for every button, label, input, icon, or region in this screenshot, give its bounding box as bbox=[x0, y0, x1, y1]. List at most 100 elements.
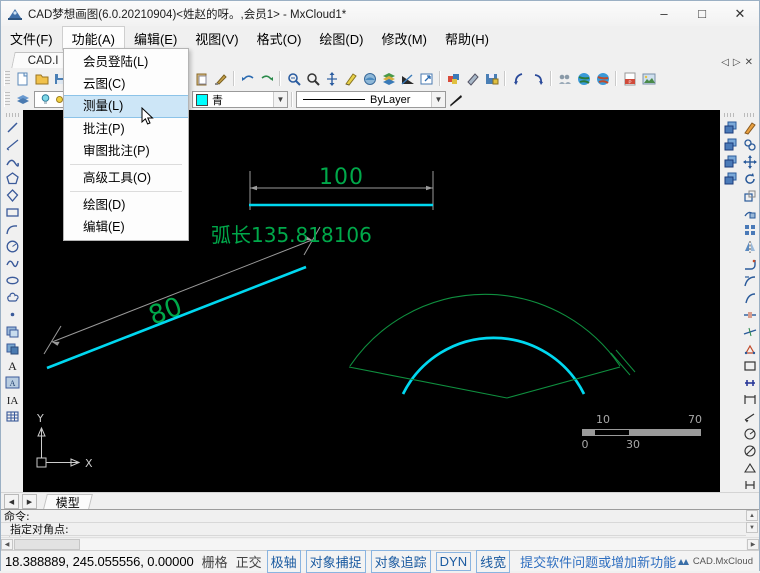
redo-arrow-icon[interactable] bbox=[257, 69, 276, 88]
rectangle-tool-icon[interactable] bbox=[741, 357, 759, 374]
join-icon[interactable] bbox=[741, 323, 759, 340]
ellipse-icon[interactable] bbox=[3, 272, 21, 289]
toolbar-grip[interactable] bbox=[724, 113, 736, 117]
move-icon[interactable] bbox=[741, 153, 759, 170]
zoom-extents-icon[interactable] bbox=[322, 69, 341, 88]
text-icon[interactable]: A bbox=[3, 357, 21, 374]
break-icon[interactable] bbox=[741, 306, 759, 323]
toolbar-grip[interactable] bbox=[4, 71, 10, 86]
status-toggle-ortho[interactable]: 正交 bbox=[236, 552, 262, 571]
minimize-button[interactable]: – bbox=[645, 1, 683, 26]
erase-pencil-icon[interactable] bbox=[741, 119, 759, 136]
feedback-link[interactable]: 提交软件问题或增加新功能 bbox=[520, 552, 676, 571]
fillet-icon[interactable] bbox=[741, 255, 759, 272]
save-block-icon[interactable] bbox=[482, 69, 501, 88]
menu-help[interactable]: 帮助(H) bbox=[436, 26, 498, 51]
angular-dimension-icon[interactable] bbox=[741, 459, 759, 476]
toolbar-grip[interactable] bbox=[5, 113, 19, 117]
status-toggle-osnap[interactable]: 对象捕捉 bbox=[305, 549, 366, 573]
mirror-icon[interactable] bbox=[741, 238, 759, 255]
explode-icon[interactable] bbox=[741, 340, 759, 357]
coordinate-readout[interactable]: 18.388889, 245.055556, 0.00000 bbox=[5, 554, 194, 569]
chevron-down-icon[interactable]: ▼ bbox=[431, 92, 445, 107]
linear-dimension-icon[interactable] bbox=[741, 391, 759, 408]
status-toggle-grid[interactable]: 栅格 bbox=[202, 552, 228, 571]
tab-prev-icon[interactable]: ◁ bbox=[721, 57, 729, 68]
maximize-button[interactable]: □ bbox=[683, 1, 721, 26]
diameter-dimension-icon[interactable] bbox=[741, 442, 759, 459]
menu-format[interactable]: 格式(O) bbox=[248, 26, 311, 51]
layout-next-button[interactable]: ▶ bbox=[22, 494, 37, 509]
scroll-right-icon[interactable]: ▶ bbox=[747, 538, 759, 550]
scroll-left-icon[interactable]: ◀ bbox=[1, 538, 13, 550]
angle-measure-icon[interactable] bbox=[398, 69, 417, 88]
table-icon[interactable] bbox=[3, 408, 21, 425]
point-icon[interactable] bbox=[3, 306, 21, 323]
arc-icon[interactable] bbox=[3, 221, 21, 238]
arc-left-icon[interactable] bbox=[509, 69, 528, 88]
menu-item-edit[interactable]: 编辑(E) bbox=[64, 216, 188, 238]
table-text-icon[interactable]: IA bbox=[3, 391, 21, 408]
lineweight-icon[interactable] bbox=[446, 90, 465, 109]
construction-line-icon[interactable] bbox=[3, 136, 21, 153]
polyline-icon[interactable] bbox=[3, 153, 21, 170]
layers-stack-icon[interactable] bbox=[379, 69, 398, 88]
gradient-icon[interactable] bbox=[3, 340, 21, 357]
revision-cloud-icon[interactable] bbox=[3, 289, 21, 306]
menu-item-review-annotate[interactable]: 审图批注(P) bbox=[64, 140, 188, 162]
scale-icon[interactable] bbox=[741, 187, 759, 204]
scroll-track[interactable] bbox=[14, 538, 746, 550]
group-icon[interactable] bbox=[555, 69, 574, 88]
new-file-icon[interactable] bbox=[13, 69, 32, 88]
extend-icon[interactable] bbox=[741, 289, 759, 306]
toolbar-grip[interactable] bbox=[4, 92, 10, 107]
menu-item-cloud-drawing[interactable]: 云图(C) bbox=[64, 73, 188, 95]
menu-item-member-login[interactable]: 会员登陆(L) bbox=[64, 51, 188, 73]
menu-item-measure[interactable]: 测量(L) bbox=[64, 95, 188, 118]
paste-icon[interactable] bbox=[192, 69, 211, 88]
tab-close-icon[interactable]: ✕ bbox=[745, 57, 753, 68]
radius-dimension-icon[interactable] bbox=[741, 425, 759, 442]
menu-item-draw[interactable]: 绘图(D) bbox=[64, 194, 188, 216]
menu-file[interactable]: 文件(F) bbox=[1, 26, 62, 51]
command-horizontal-scrollbar[interactable]: ◀ ▶ bbox=[1, 537, 759, 550]
linetype-combo[interactable]: ByLayer ▼ bbox=[296, 91, 446, 108]
trim-icon[interactable] bbox=[741, 272, 759, 289]
arc-right-icon[interactable] bbox=[528, 69, 547, 88]
layout-tab-model[interactable]: 模型 bbox=[43, 494, 93, 510]
offset-icon[interactable] bbox=[721, 136, 739, 153]
layers-icon[interactable] bbox=[13, 90, 32, 109]
pan-icon[interactable] bbox=[284, 69, 303, 88]
chevron-down-icon[interactable]: ▼ bbox=[273, 92, 287, 107]
command-scrollbar[interactable]: ▲ ▼ bbox=[746, 510, 759, 536]
open-file-icon[interactable] bbox=[32, 69, 51, 88]
layout-prev-button[interactable]: ◀ bbox=[4, 494, 19, 509]
continue-dimension-icon[interactable] bbox=[741, 476, 759, 493]
line-icon[interactable] bbox=[3, 119, 21, 136]
array-object-icon[interactable] bbox=[721, 170, 739, 187]
rectangle-polygon-icon[interactable] bbox=[3, 187, 21, 204]
menu-draw[interactable]: 绘图(D) bbox=[310, 26, 372, 51]
undo-arrow-icon[interactable] bbox=[238, 69, 257, 88]
status-toggle-lineweight[interactable]: 线宽 bbox=[476, 549, 511, 573]
menu-modify[interactable]: 修改(M) bbox=[372, 26, 436, 51]
mirror-object-icon[interactable] bbox=[721, 153, 739, 170]
close-button[interactable]: ✕ bbox=[721, 1, 759, 26]
image-export-icon[interactable] bbox=[639, 69, 658, 88]
menu-item-advanced-tools[interactable]: 高级工具(O) bbox=[64, 167, 188, 189]
array-grid-icon[interactable] bbox=[741, 221, 759, 238]
tab-next-icon[interactable]: ▷ bbox=[733, 57, 741, 68]
copy-object-icon[interactable] bbox=[721, 119, 739, 136]
spline-icon[interactable] bbox=[3, 255, 21, 272]
globe-red-icon[interactable] bbox=[593, 69, 612, 88]
erase-icon[interactable] bbox=[463, 69, 482, 88]
block-insert-icon[interactable] bbox=[444, 69, 463, 88]
color-combo[interactable]: 青 ▼ bbox=[192, 91, 288, 108]
zoom-window-icon[interactable] bbox=[303, 69, 322, 88]
status-toggle-polar[interactable]: 极轴 bbox=[266, 549, 301, 573]
menu-view[interactable]: 视图(V) bbox=[186, 26, 247, 51]
rectangle-icon[interactable] bbox=[3, 204, 21, 221]
status-toggle-dyn[interactable]: DYN bbox=[435, 551, 472, 571]
aligned-dimension-icon[interactable] bbox=[741, 408, 759, 425]
toolbar-grip[interactable] bbox=[743, 113, 756, 117]
